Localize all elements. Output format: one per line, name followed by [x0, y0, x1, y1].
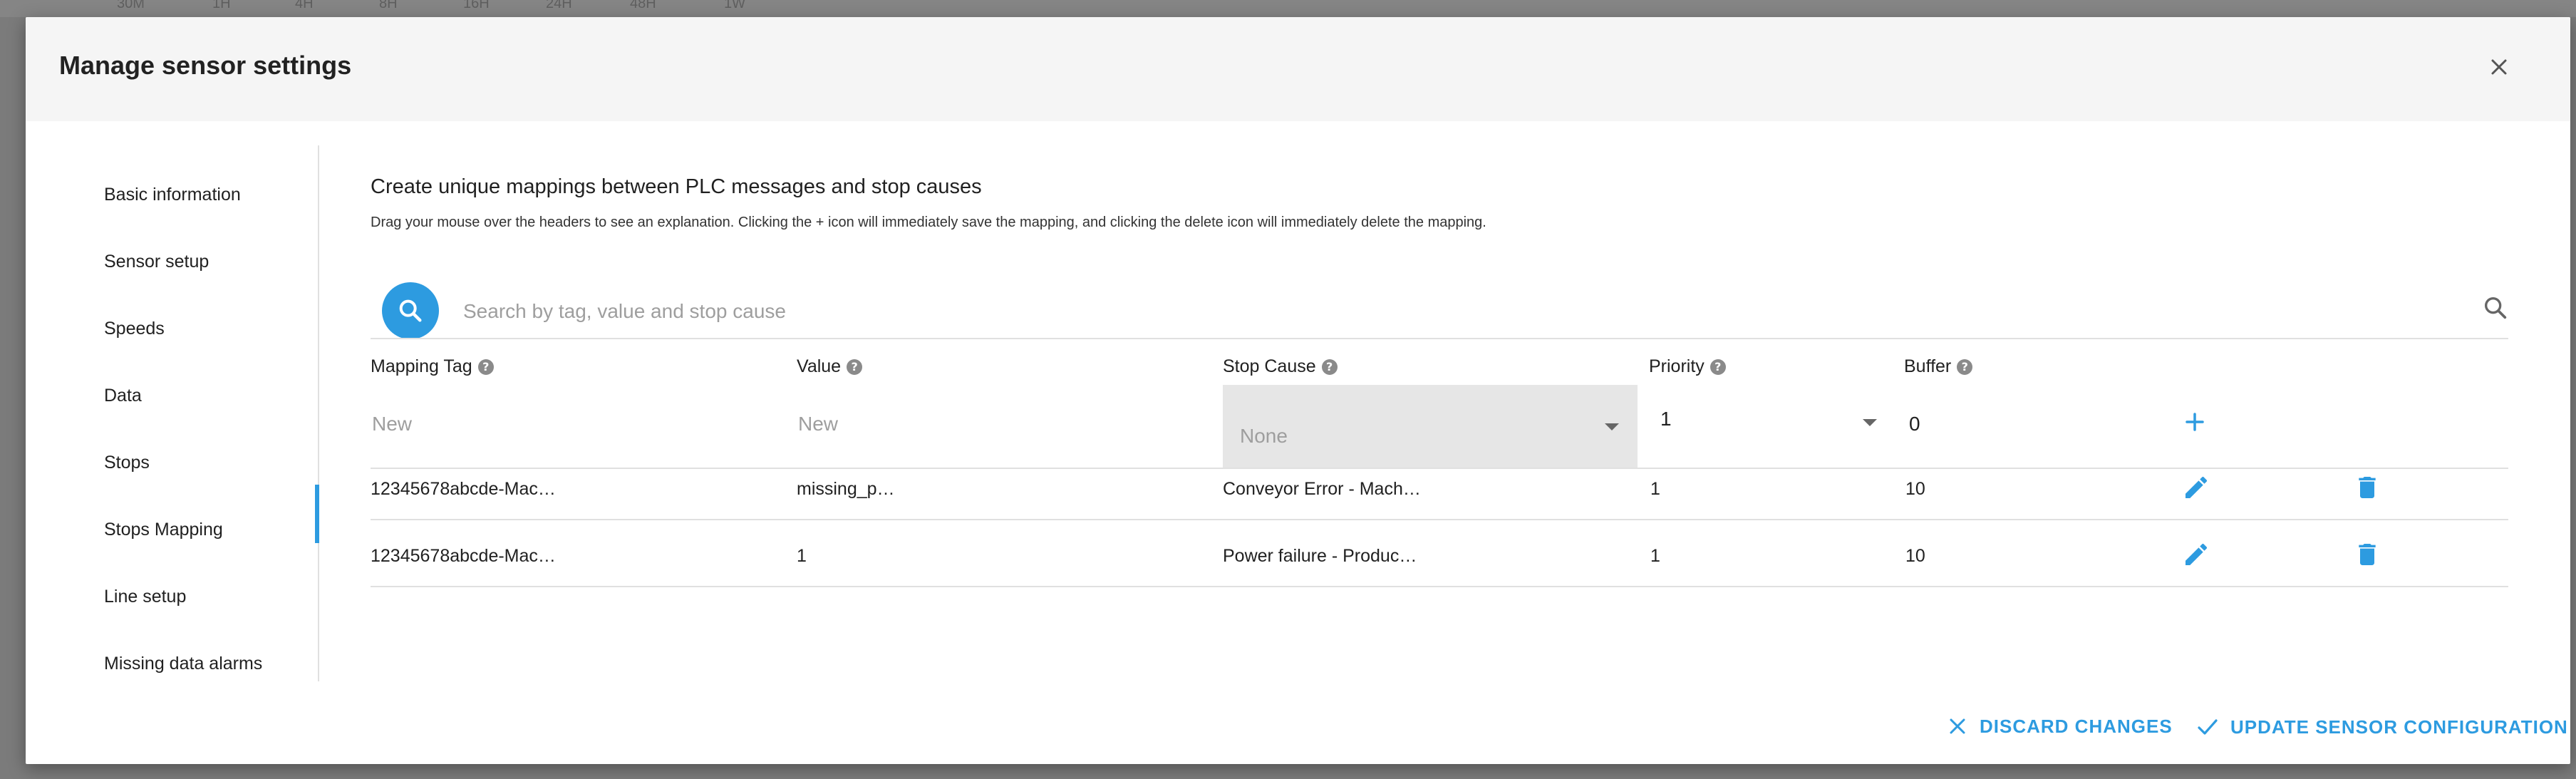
- priority-cell: 1: [1650, 479, 1660, 499]
- sensor-settings-dialog: Manage sensor settings Basic information…: [26, 17, 2570, 764]
- delete-button[interactable]: [2353, 473, 2381, 505]
- help-icon[interactable]: ?: [1321, 358, 1338, 375]
- column-header-label: Value: [797, 356, 842, 376]
- stop-cause-selected-value: None: [1240, 425, 1288, 447]
- table-row-divider: [371, 519, 2508, 520]
- column-header-label: Stop Cause: [1223, 356, 1316, 376]
- update-sensor-configuration-button[interactable]: UPDATE SENSOR CONFIGURATION: [2195, 714, 2568, 740]
- search-submit-button[interactable]: [2481, 294, 2510, 326]
- section-description: Drag your mouse over the headers to see …: [371, 215, 1486, 230]
- settings-sidebar: Basic information Sensor setup Speeds Da…: [26, 145, 318, 701]
- column-header-value[interactable]: Value ?: [797, 356, 863, 377]
- close-icon: [1950, 718, 1965, 734]
- background-tick: 24H: [546, 0, 572, 11]
- sidebar-item-stops[interactable]: Stops: [104, 445, 318, 480]
- column-header-buffer[interactable]: Buffer ?: [1904, 356, 1973, 377]
- background-tick: 16H: [463, 0, 490, 11]
- background-tick: 1W: [724, 0, 745, 11]
- stop-cause-cell: Power failure - Produc…: [1223, 546, 1417, 566]
- table-row-divider: [371, 468, 2508, 469]
- column-header-mapping-tag[interactable]: Mapping Tag ?: [371, 356, 494, 377]
- column-header-label: Buffer: [1904, 356, 1952, 376]
- table-divider: [371, 338, 2508, 339]
- mapping-tag-cell: 12345678abcde-Mac…: [371, 479, 556, 499]
- search-icon: [399, 299, 422, 322]
- dialog-header: Manage sensor settings: [26, 17, 2570, 121]
- background-toolbar: 30M 1H 4H 8H 16H 24H 48H 1W: [0, 0, 2576, 17]
- sidebar-item-speeds[interactable]: Speeds: [104, 311, 318, 346]
- new-buffer-input[interactable]: [1908, 408, 2053, 440]
- column-header-stop-cause[interactable]: Stop Cause ?: [1223, 356, 1338, 377]
- search-input[interactable]: [462, 291, 2389, 332]
- search-bar: [371, 265, 2510, 339]
- background-tick: 8H: [379, 0, 398, 11]
- search-icon: [2485, 297, 2507, 319]
- pencil-icon: [2186, 476, 2208, 498]
- chevron-down-icon: [1605, 423, 1619, 430]
- help-icon[interactable]: ?: [1709, 358, 1726, 375]
- trash-icon: [2359, 544, 2376, 565]
- background-tick: 48H: [630, 0, 656, 11]
- plus-icon: [2186, 413, 2204, 431]
- new-value-input[interactable]: [797, 408, 1156, 440]
- close-icon: [2491, 59, 2507, 75]
- help-icon[interactable]: ?: [477, 358, 494, 375]
- discard-changes-label: DISCARD CHANGES: [1980, 715, 2173, 737]
- background-tick: 1H: [212, 0, 231, 11]
- column-header-priority[interactable]: Priority ?: [1649, 356, 1726, 377]
- dialog-title: Manage sensor settings: [59, 51, 352, 80]
- background-tick: 30M: [117, 0, 145, 11]
- stop-cause-cell: Conveyor Error - Mach…: [1223, 479, 1421, 499]
- delete-button[interactable]: [2353, 540, 2381, 572]
- sidebar-item-basic-information[interactable]: Basic information: [104, 177, 318, 212]
- sidebar-item-data[interactable]: Data: [104, 378, 318, 413]
- sidebar-item-stops-mapping[interactable]: Stops Mapping: [104, 512, 318, 547]
- discard-changes-button[interactable]: DISCARD CHANGES: [1945, 714, 2173, 738]
- table-row-divider: [371, 586, 2508, 587]
- priority-cell: 1: [1650, 546, 1660, 566]
- value-cell: missing_p…: [797, 479, 895, 499]
- value-cell: 1: [797, 546, 807, 566]
- edit-button[interactable]: [2182, 540, 2210, 572]
- priority-select[interactable]: 1: [1656, 402, 1887, 445]
- pencil-icon: [2186, 543, 2208, 565]
- priority-selected-value: 1: [1660, 408, 1672, 430]
- add-mapping-button[interactable]: [2181, 408, 2209, 440]
- background-tick: 4H: [295, 0, 314, 11]
- help-icon[interactable]: ?: [847, 358, 863, 375]
- section-title: Create unique mappings between PLC messa…: [371, 175, 982, 198]
- help-icon[interactable]: ?: [1957, 358, 1973, 375]
- buffer-cell: 10: [1905, 479, 1925, 499]
- sidebar-item-sensor-setup[interactable]: Sensor setup: [104, 244, 318, 279]
- update-sensor-configuration-label: UPDATE SENSOR CONFIGURATION: [2230, 716, 2568, 738]
- check-icon: [2198, 719, 2218, 735]
- search-button[interactable]: [382, 282, 439, 339]
- buffer-cell: 10: [1905, 546, 1925, 566]
- column-header-label: Mapping Tag: [371, 356, 472, 376]
- sidebar-item-missing-data-alarms[interactable]: Missing data alarms: [104, 646, 318, 681]
- stop-cause-select[interactable]: None: [1223, 385, 1638, 468]
- close-button[interactable]: [2485, 53, 2513, 81]
- edit-button[interactable]: [2182, 473, 2210, 505]
- new-mapping-tag-input[interactable]: [371, 408, 730, 440]
- mapping-tag-cell: 12345678abcde-Mac…: [371, 546, 556, 566]
- trash-icon: [2359, 477, 2376, 498]
- chevron-down-icon: [1863, 419, 1877, 426]
- sidebar-active-indicator: [315, 485, 319, 543]
- column-header-label: Priority: [1649, 356, 1705, 376]
- sidebar-item-line-setup[interactable]: Line setup: [104, 579, 318, 614]
- sidebar-divider: [318, 145, 319, 681]
